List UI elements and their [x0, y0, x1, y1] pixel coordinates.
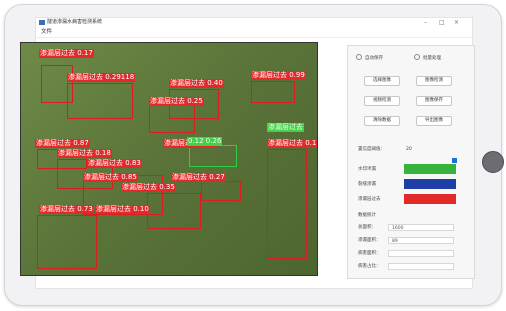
legend-label: 裂缝渗漏	[358, 182, 376, 187]
radio-auto-save[interactable]: 自动保存	[356, 54, 383, 62]
detection-box	[67, 83, 133, 119]
clear-data-button[interactable]: 清除数据	[364, 116, 400, 126]
tablet-frame: • • 隧道渗漏水病害检测系统 – □ × 文件	[4, 4, 504, 306]
threshold-label: 置信度阈值：	[358, 147, 385, 152]
detection-label: 渗漏层过去 0.35	[121, 183, 176, 192]
detection-label: 渗漏层过去 0.17	[39, 49, 94, 58]
detection-label: 渗漏层过去 0.85	[83, 173, 138, 182]
stat-label: 渗漏面积：	[358, 238, 381, 243]
stats-title: 数据统计	[358, 213, 376, 218]
detection-box	[251, 81, 295, 103]
detection-label: 渗漏层过去 0.40	[169, 79, 224, 88]
close-icon[interactable]: ×	[454, 18, 459, 27]
detection-label: 渗漏层过去 0.25	[149, 97, 204, 106]
detection-label: 渗漏层过去 0.27	[171, 173, 226, 182]
title-bar: 隧道渗漏水病害检测系统 – □ ×	[36, 18, 472, 28]
minimize-icon[interactable]: –	[424, 18, 427, 27]
detection-image-panel: 渗漏层过去 0.17 渗漏层过去 0.29118 渗漏层过去 0.40 渗漏层过…	[20, 42, 318, 276]
detection-label: 渗漏层过去 0.73	[39, 205, 94, 214]
detection-box	[267, 149, 307, 259]
threshold-slider[interactable]	[452, 158, 457, 163]
stat-label: 病害面积：	[358, 251, 381, 256]
maximize-icon[interactable]: □	[439, 18, 445, 27]
home-button[interactable]	[482, 151, 504, 173]
detection-label: 渗漏层过去 0.83	[87, 159, 142, 168]
radio-circle-icon	[414, 54, 420, 60]
detection-box	[147, 193, 201, 229]
detection-label: 渗漏层过去 0.17	[267, 139, 317, 148]
detection-box	[149, 105, 195, 133]
legend-swatch-blue	[404, 179, 456, 189]
detection-label: 渗漏层过去 0.29118	[67, 73, 136, 82]
defect-ratio-field[interactable]	[388, 263, 454, 270]
detection-label: 渗漏层过去 0.99	[251, 71, 306, 80]
image-save-button[interactable]: 图像保存	[416, 96, 452, 106]
export-image-button[interactable]: 导出图像	[416, 116, 452, 126]
defect-area-field[interactable]	[388, 250, 454, 257]
stat-label: 病害占比：	[358, 264, 381, 269]
video-detect-button[interactable]: 视频检测	[364, 96, 400, 106]
app-icon	[39, 20, 45, 25]
window-title: 隧道渗漏水病害检测系统	[47, 19, 103, 25]
radio-batch[interactable]: 批量处理	[414, 54, 441, 62]
select-image-button[interactable]: 选择图像	[364, 76, 400, 86]
detection-box	[37, 215, 97, 269]
detection-label: 渗漏层过去 0.87	[35, 139, 90, 148]
detection-label: 渗漏层过去 0.10	[95, 205, 150, 214]
detection-box	[189, 145, 237, 167]
menu-file[interactable]: 文件	[41, 28, 52, 37]
leak-area-field[interactable]: 89	[388, 237, 454, 244]
legend-label: 渗漏层过去	[358, 197, 381, 202]
detection-label: 渗漏层过去 0.18	[57, 149, 112, 158]
control-sidebar: 自动保存 批量处理 选择图像 图像检测 视频检测 图像保存 清除数据 导出图像 …	[347, 45, 475, 279]
total-area-field[interactable]: 1600	[388, 224, 454, 231]
radio-circle-icon	[356, 54, 362, 60]
detection-label: 渗漏层过去	[267, 123, 304, 132]
legend-swatch-green	[404, 164, 456, 174]
legend-label: 水印滲漏	[358, 167, 376, 172]
detection-box	[201, 181, 241, 201]
stat-label: 总面积：	[358, 225, 376, 230]
legend-swatch-red	[404, 194, 456, 204]
image-detect-button[interactable]: 图像检测	[416, 76, 452, 86]
threshold-value: 20	[406, 147, 412, 152]
menu-bar: 文件	[36, 28, 472, 38]
detection-label: 0.12 0.26	[187, 137, 223, 146]
